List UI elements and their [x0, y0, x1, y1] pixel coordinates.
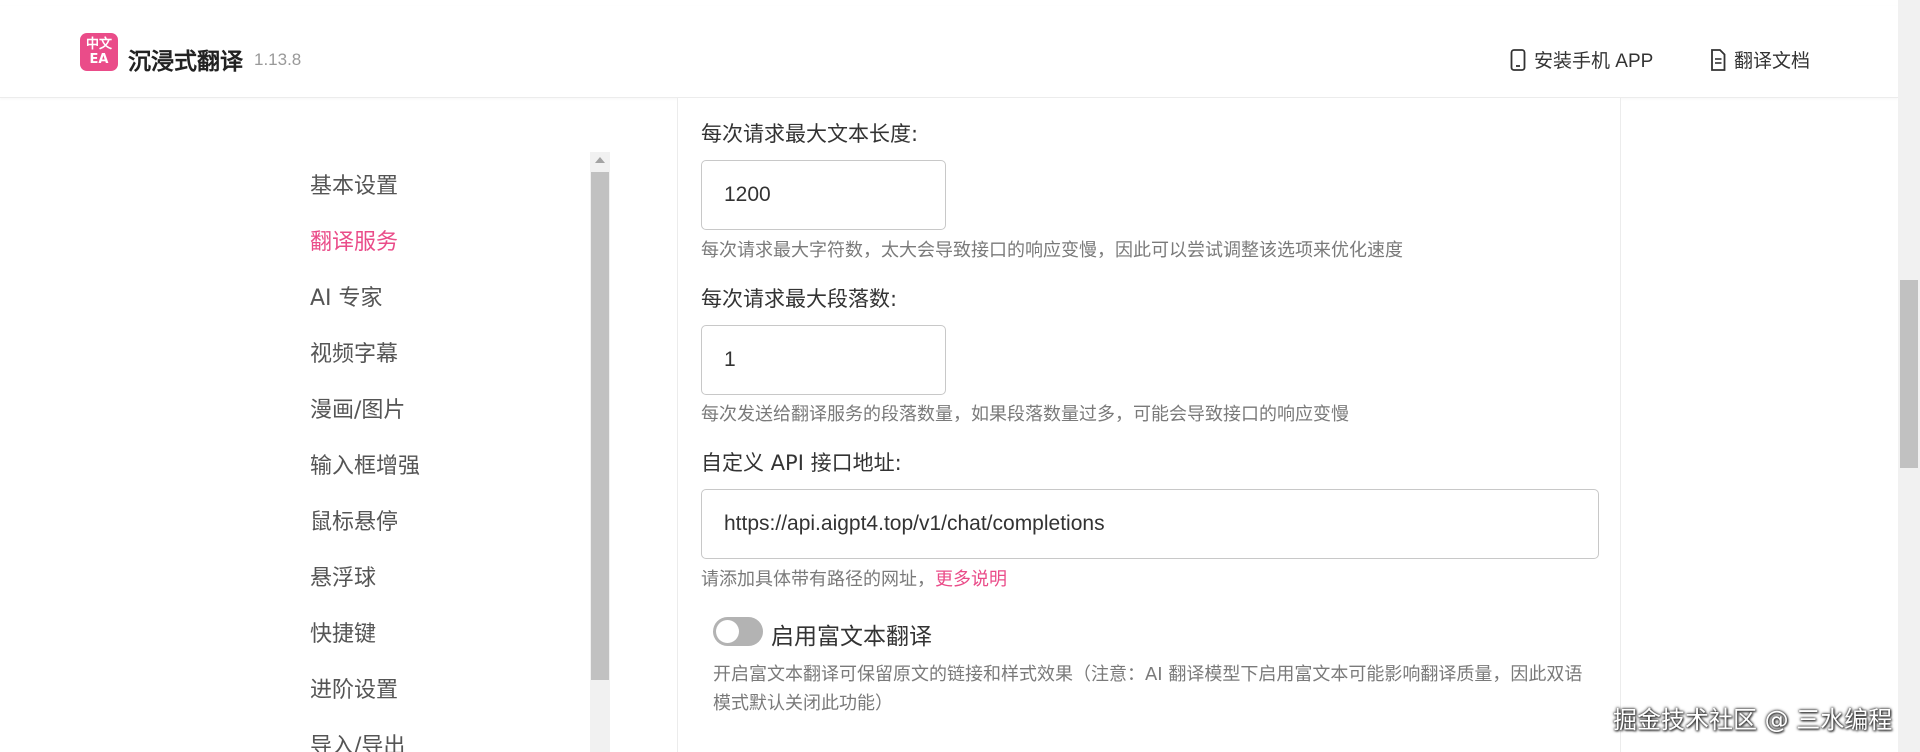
api-url-label: 自定义 API 接口地址:	[701, 451, 902, 475]
app-logo-icon: 中文 EA	[80, 33, 118, 71]
max-text-length-help: 每次请求最大字符数，太大会导致接口的响应变慢，因此可以尝试调整该选项来优化速度	[701, 240, 1403, 261]
install-app-link[interactable]: 安装手机 APP	[1510, 46, 1653, 73]
sidebar-scroll-thumb[interactable]	[591, 172, 609, 680]
sidebar-item-translation-services[interactable]: 翻译服务	[310, 224, 420, 280]
docs-label: 翻译文档	[1734, 51, 1811, 72]
app-title: 沉浸式翻译	[128, 49, 243, 75]
settings-sidebar: 基本设置 翻译服务 AI 专家 视频字幕 漫画/图片 输入框增强 鼠标悬停 悬浮…	[310, 168, 420, 752]
sidebar-item-manga-images[interactable]: 漫画/图片	[310, 392, 420, 448]
sidebar-item-input-enhance[interactable]: 输入框增强	[310, 448, 420, 504]
max-paragraphs-input[interactable]: 1	[701, 325, 946, 395]
sidebar-item-advanced[interactable]: 进阶设置	[310, 672, 420, 728]
docs-link[interactable]: 翻译文档	[1710, 46, 1810, 73]
sidebar-item-floating-ball[interactable]: 悬浮球	[310, 560, 420, 616]
sidebar-item-shortcuts[interactable]: 快捷键	[310, 616, 420, 672]
install-app-label: 安装手机 APP	[1534, 51, 1654, 72]
top-header: 中文 EA 沉浸式翻译 1.13.8 安装手机 APP 翻译文档	[0, 6, 1898, 98]
toggle-knob	[716, 620, 739, 643]
max-text-length-label: 每次请求最大文本长度:	[701, 122, 919, 146]
scroll-up-icon[interactable]	[595, 157, 605, 163]
max-paragraphs-label: 每次请求最大段落数:	[701, 287, 898, 311]
rich-text-help: 开启富文本翻译可保留原文的链接和样式效果（注意：AI 翻译模型下启用富文本可能影…	[713, 664, 1583, 714]
max-paragraphs-help: 每次发送给翻译服务的段落数量，如果段落数量过多，可能会导致接口的响应变慢	[701, 404, 1349, 425]
api-url-input[interactable]: https://api.aigpt4.top/v1/chat/completio…	[701, 489, 1599, 559]
sidebar-item-video-subtitles[interactable]: 视频字幕	[310, 336, 420, 392]
rich-text-toggle[interactable]	[713, 617, 763, 646]
api-url-help-text: 请添加具体带有路径的网址，	[701, 569, 935, 590]
sidebar-item-basic[interactable]: 基本设置	[310, 168, 420, 224]
max-text-length-input[interactable]: 1200	[701, 160, 946, 230]
rich-text-label: 启用富文本翻译	[771, 624, 932, 650]
sidebar-item-import-export[interactable]: 导入/导出	[310, 728, 420, 752]
watermark: 掘金技术社区 @ 三水编程	[1613, 706, 1893, 734]
app-version: 1.13.8	[254, 50, 302, 69]
more-info-link[interactable]: 更多说明	[935, 569, 1007, 590]
document-icon	[1711, 48, 1726, 71]
api-url-help: 请添加具体带有路径的网址，更多说明	[701, 565, 1007, 591]
sidebar-item-mouse-hover[interactable]: 鼠标悬停	[310, 504, 420, 560]
phone-icon	[1510, 48, 1526, 71]
sidebar-item-ai-expert[interactable]: AI 专家	[310, 280, 420, 336]
page-scroll-thumb[interactable]	[1900, 280, 1918, 468]
